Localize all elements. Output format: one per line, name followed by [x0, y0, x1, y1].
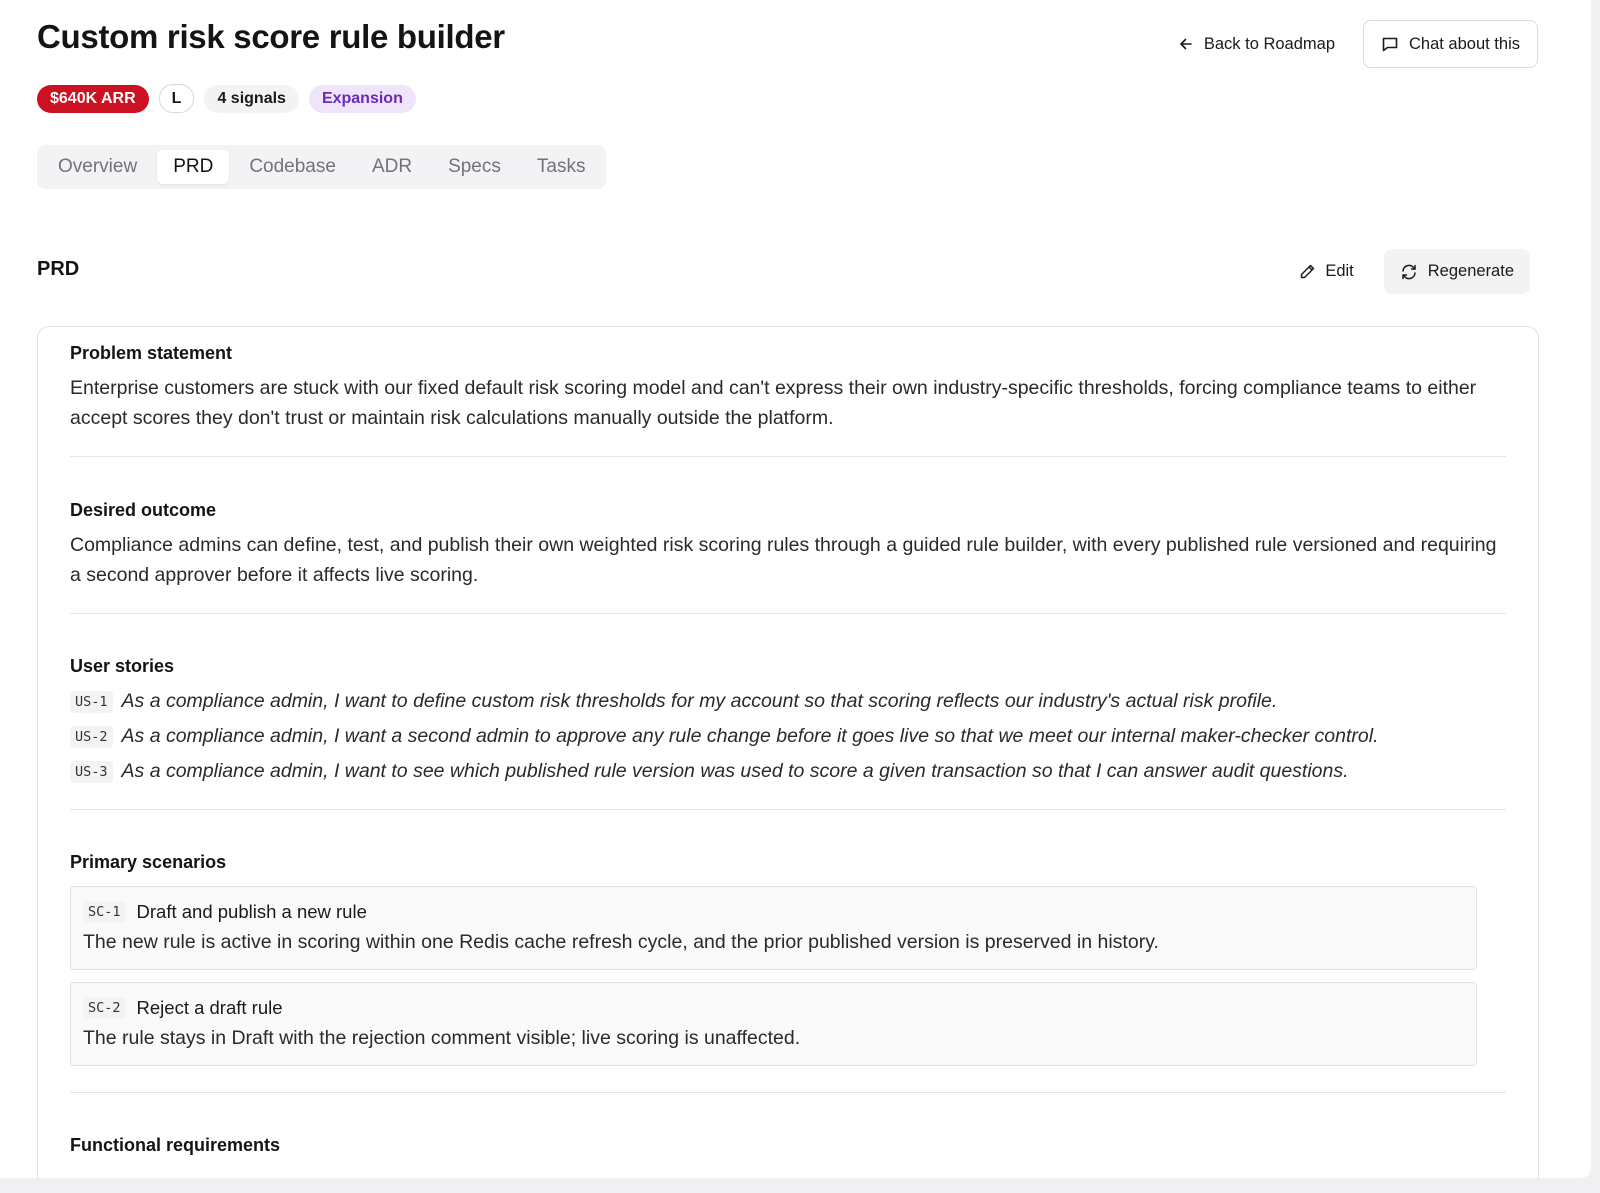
regenerate-label: Regenerate: [1427, 262, 1514, 280]
scenario-card: SC-2 Reject a draft rule The rule stays …: [70, 982, 1477, 1066]
scenario-description: The new rule is active in scoring within…: [83, 931, 1159, 953]
divider: [70, 613, 1506, 614]
primary-scenarios-section: Primary scenarios: [70, 852, 1506, 873]
problem-statement-text: Enterprise customers are stuck with our …: [70, 377, 1477, 429]
tab-codebase[interactable]: Codebase: [233, 150, 352, 184]
user-stories-heading: User stories: [70, 656, 175, 676]
problem-statement-heading: Problem statement: [70, 343, 233, 363]
section-actions: Edit Regenerate: [1281, 249, 1530, 294]
story-text: As a compliance admin, I want a second a…: [121, 725, 1379, 747]
signals-badge: 4 signals: [204, 84, 299, 113]
tab-adr[interactable]: ADR: [356, 150, 428, 184]
scenario-title: Reject a draft rule: [136, 997, 283, 1018]
desired-outcome-section: Desired outcome Compliance admins can de…: [70, 500, 1506, 590]
divider: [70, 809, 1506, 810]
story-id-tag: US-3: [70, 760, 113, 783]
tab-tasks[interactable]: Tasks: [521, 150, 602, 184]
primary-scenarios-heading: Primary scenarios: [70, 852, 227, 872]
user-stories-section: User stories US-1 As a compliance admin,…: [70, 656, 1506, 789]
regenerate-button[interactable]: Regenerate: [1383, 249, 1530, 294]
back-to-roadmap-button[interactable]: Back to Roadmap: [1168, 20, 1345, 68]
scenario-id-tag: SC-1: [83, 901, 126, 923]
section-title: PRD: [37, 258, 80, 280]
header-actions: Back to Roadmap Chat about this: [1168, 20, 1538, 68]
page-title: Custom risk score rule builder: [37, 18, 505, 55]
category-badge: Expansion: [308, 84, 416, 113]
desired-outcome-text: Compliance admins can define, test, and …: [70, 534, 1497, 586]
arrow-left-icon: [1178, 36, 1194, 52]
divider: [70, 456, 1506, 457]
desired-outcome-heading: Desired outcome: [70, 500, 217, 520]
functional-requirements-heading: Functional requirements: [70, 1135, 281, 1155]
edit-label: Edit: [1325, 262, 1354, 280]
prd-card: Problem statement Enterprise customers a…: [37, 326, 1539, 1178]
scenario-title: Draft and publish a new rule: [136, 901, 367, 922]
story-text: As a compliance admin, I want to see whi…: [121, 760, 1349, 782]
badge-row: $640K ARR L 4 signals Expansion: [37, 84, 416, 113]
functional-requirements-section: Functional requirements: [70, 1135, 1506, 1156]
scenario-id-tag: SC-2: [83, 997, 126, 1019]
tab-specs[interactable]: Specs: [432, 150, 517, 184]
tab-bar: Overview PRD Codebase ADR Specs Tasks: [37, 145, 607, 189]
chat-about-this-label: Chat about this: [1409, 34, 1520, 53]
chat-about-this-button[interactable]: Chat about this: [1363, 20, 1538, 68]
scenario-description: The rule stays in Draft with the rejecti…: [83, 1027, 801, 1049]
user-story-item: US-1 As a compliance admin, I want to de…: [70, 684, 1506, 719]
story-id-tag: US-1: [70, 690, 113, 713]
story-text: As a compliance admin, I want to define …: [121, 690, 1278, 712]
arr-badge: $640K ARR: [37, 84, 149, 113]
page: Custom risk score rule builder Back to R…: [0, 0, 1591, 1178]
problem-statement-section: Problem statement Enterprise customers a…: [70, 343, 1506, 433]
edit-button[interactable]: Edit: [1281, 249, 1371, 294]
chat-bubble-icon: [1381, 35, 1399, 53]
story-id-tag: US-2: [70, 725, 113, 748]
user-story-item: US-2 As a compliance admin, I want a sec…: [70, 719, 1506, 754]
size-badge: L: [158, 84, 195, 113]
scenario-card: SC-1 Draft and publish a new rule The ne…: [70, 886, 1477, 970]
tab-overview[interactable]: Overview: [42, 150, 153, 184]
refresh-icon: [1400, 263, 1418, 281]
user-story-item: US-3 As a compliance admin, I want to se…: [70, 754, 1506, 789]
back-to-roadmap-label: Back to Roadmap: [1203, 34, 1335, 53]
divider: [70, 1092, 1506, 1093]
pencil-icon: [1299, 263, 1316, 280]
tab-prd[interactable]: PRD: [157, 150, 230, 184]
